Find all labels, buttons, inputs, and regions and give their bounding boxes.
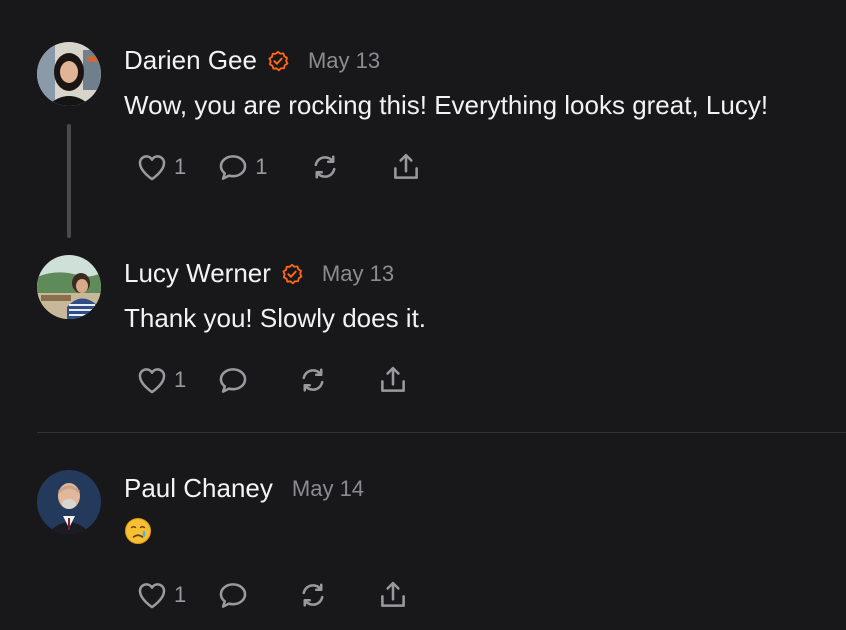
reply-button[interactable] [216,363,250,397]
comment-date[interactable]: May 14 [292,476,364,502]
verified-badge-icon [267,50,289,72]
like-count: 1 [174,154,187,179]
like-button[interactable]: 1 [135,150,186,184]
comment-actions: 1 1 [135,150,423,184]
reply-button[interactable] [216,578,250,612]
share-icon [376,363,410,397]
like-button[interactable]: 1 [135,578,186,612]
author-name[interactable]: Paul Chaney [124,473,273,504]
share-button[interactable] [376,363,410,397]
comment-date[interactable]: May 13 [322,261,394,287]
comment-header: Paul Chaney May 14 [124,473,364,504]
restack-icon [308,150,342,184]
comment-text: Thank you! Slowly does it. [124,303,427,333]
avatar[interactable] [37,470,101,534]
crying-face-emoji [124,517,152,550]
heart-icon [135,363,169,397]
comment-text: Wow, you are rocking this! Everything lo… [124,90,769,120]
comment-actions: 1 [135,578,410,612]
avatar[interactable] [37,255,101,319]
author-name[interactable]: Darien Gee [124,45,257,76]
thread-line [67,124,71,238]
comment-divider [37,432,846,433]
restack-button[interactable] [308,150,342,184]
reply-count: 1 [255,154,268,179]
restack-icon [296,363,330,397]
comment-date[interactable]: May 13 [308,48,380,74]
comment-actions: 1 [135,363,410,397]
verified-badge-icon [281,263,303,285]
heart-icon [135,578,169,612]
comment-header: Lucy Werner May 13 [124,258,394,289]
reply-button[interactable]: 1 [216,150,268,184]
comment-header: Darien Gee May 13 [124,45,380,76]
share-icon [389,150,423,184]
share-icon [376,578,410,612]
like-count: 1 [174,582,187,607]
like-button[interactable]: 1 [135,363,186,397]
restack-button[interactable] [296,363,330,397]
like-count: 1 [174,367,187,392]
avatar[interactable] [37,42,101,106]
comment-icon [216,578,250,612]
restack-icon [296,578,330,612]
share-button[interactable] [389,150,423,184]
author-name[interactable]: Lucy Werner [124,258,271,289]
share-button[interactable] [376,578,410,612]
restack-button[interactable] [296,578,330,612]
comment-icon [216,150,250,184]
heart-icon [135,150,169,184]
comment-icon [216,363,250,397]
